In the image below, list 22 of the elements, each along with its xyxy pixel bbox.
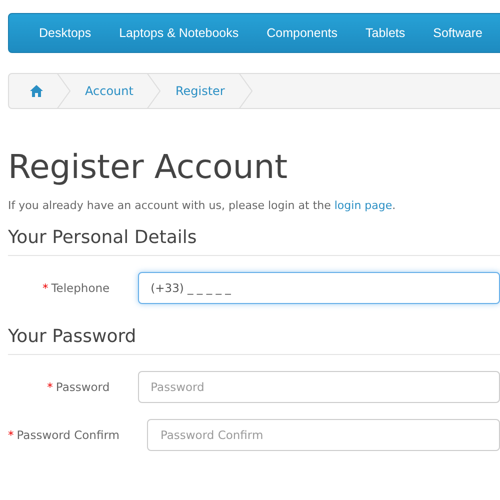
breadcrumb-link[interactable]: Account	[71, 84, 148, 98]
menu-item[interactable]: Software	[433, 26, 482, 40]
menu-item[interactable]: Laptops & Notebooks	[119, 26, 239, 40]
section-heading: Your Password	[8, 326, 500, 355]
home-icon[interactable]	[30, 85, 43, 97]
input-field[interactable]: (+33) _ _ _ _ _	[138, 272, 500, 304]
required-mark: *	[8, 428, 14, 442]
required-mark: *	[47, 380, 53, 394]
intro-text: If you already have an account with us, please login at the login page.	[8, 199, 397, 212]
input-field[interactable]: Password Confirm	[147, 419, 500, 451]
field-label: Password Confirm	[16, 428, 120, 442]
menu-item[interactable]: Desktops	[39, 26, 92, 40]
breadcrumb-link[interactable]: Register	[161, 84, 239, 98]
menu-item[interactable]: Components	[266, 26, 338, 40]
input-field[interactable]: Password	[138, 371, 500, 403]
menu-item[interactable]: Tablets	[366, 26, 406, 40]
page-title: Register Account	[8, 147, 289, 187]
field-label: Password	[56, 380, 110, 394]
field-label: Telephone	[51, 281, 110, 295]
section-heading: Your Personal Details	[8, 227, 500, 256]
required-mark: *	[42, 281, 48, 295]
login-link[interactable]: login page	[334, 199, 392, 212]
